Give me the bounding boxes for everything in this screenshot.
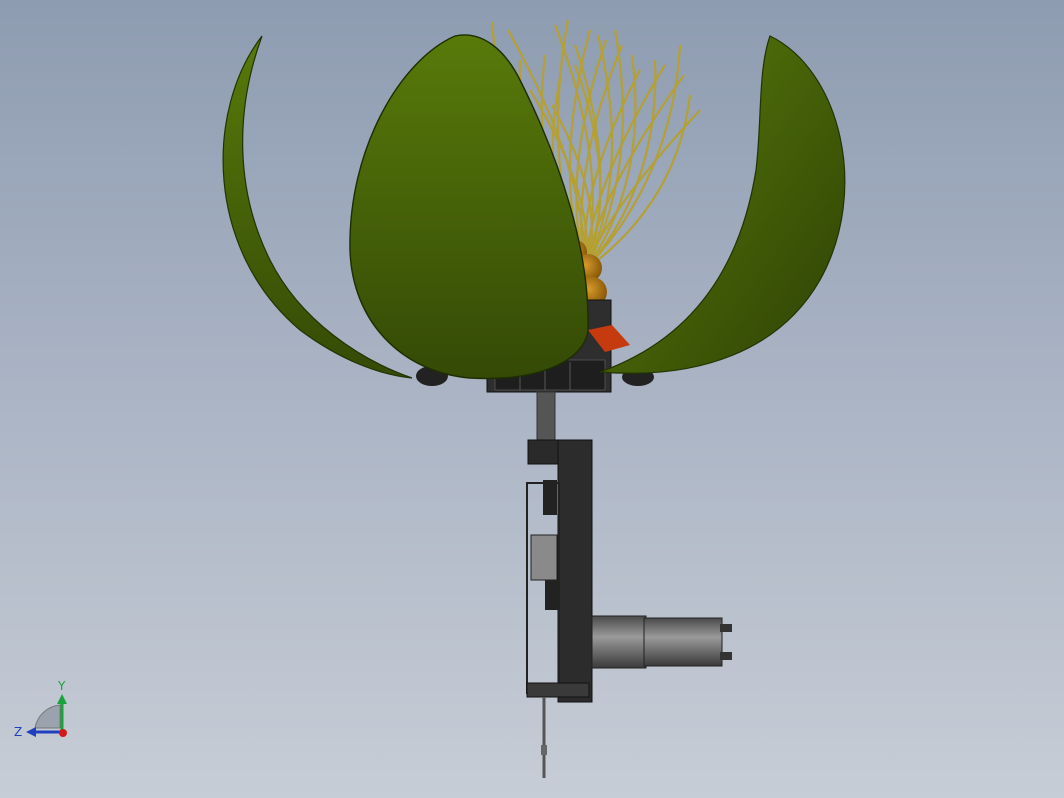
sensor-block	[530, 534, 558, 581]
petal-front-center[interactable]	[349, 34, 589, 380]
orientation-triad[interactable]: Y Z	[14, 679, 67, 739]
y-arrow-icon	[57, 694, 67, 704]
drive-motor[interactable]	[591, 615, 732, 669]
triad-quadrant-icon	[34, 704, 61, 729]
petal-right-outer[interactable]	[599, 35, 846, 374]
drive-bracket[interactable]	[526, 439, 593, 703]
stem-shaft	[536, 391, 556, 445]
x-axis-dot-icon	[59, 729, 67, 737]
z-axis-label: Z	[14, 725, 22, 739]
y-axis-label: Y	[57, 679, 66, 693]
cad-viewport[interactable]: Y Z	[0, 0, 1064, 798]
z-arrow-icon	[26, 727, 36, 737]
